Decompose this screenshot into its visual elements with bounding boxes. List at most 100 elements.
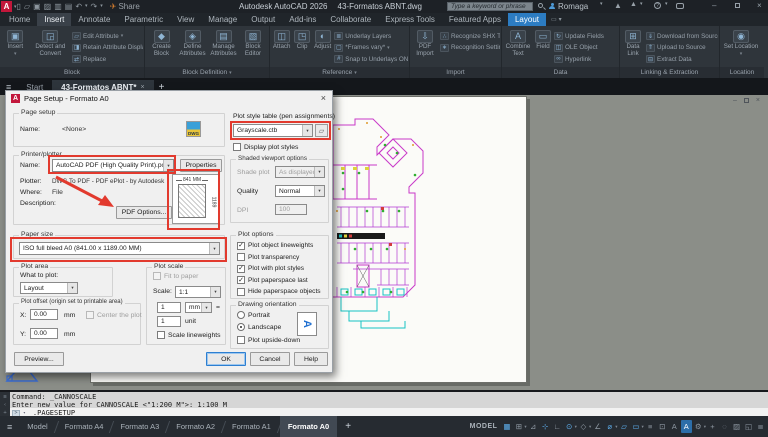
drawing-minimize-icon[interactable]: – bbox=[733, 97, 737, 104]
status-snap-mode-icon[interactable]: ⊞ bbox=[513, 420, 524, 433]
plot-object-lineweights-checkbox[interactable] bbox=[237, 242, 245, 250]
status-isolate-objects-icon[interactable]: ◌ bbox=[719, 420, 730, 433]
plot-option-plot-with-plot-styles[interactable]: Plot with plot styles bbox=[237, 263, 326, 275]
what-to-plot-select[interactable]: Layout ▾ bbox=[20, 282, 78, 294]
layout-tab-formato-a0[interactable]: Formato A0 bbox=[280, 416, 337, 437]
status-ortho-mode-icon[interactable]: ∟ bbox=[552, 420, 563, 433]
ribbon-tab-home[interactable]: Home bbox=[2, 13, 37, 26]
data-link-button[interactable]: ⊞ Data Link bbox=[622, 28, 644, 66]
plot-option-plot-paperspace-last[interactable]: Plot paperspace last bbox=[237, 275, 326, 287]
display-plot-styles-option[interactable]: Display plot styles bbox=[233, 143, 298, 151]
plot-upside-down-option[interactable]: Plot upside-down bbox=[237, 336, 300, 344]
adjust-button[interactable]: ◐ Adjust bbox=[313, 28, 332, 66]
ribbon-tab-annotate[interactable]: Annotate bbox=[71, 13, 117, 26]
status-annotation-autoscale-icon[interactable]: A bbox=[681, 420, 692, 433]
pdf-options-button[interactable]: PDF Options... bbox=[116, 206, 172, 219]
upload-to-source-button[interactable]: ⇑ Upload to Source bbox=[646, 43, 718, 53]
status-polar-tracking-icon[interactable]: ⊙ bbox=[564, 420, 575, 433]
close-button[interactable]: × bbox=[757, 1, 762, 10]
minimize-button[interactable]: – bbox=[712, 1, 716, 10]
undo-caret-icon[interactable]: ▾ bbox=[85, 4, 88, 9]
ribbon-tab-insert[interactable]: Insert bbox=[37, 13, 71, 26]
landscape-radio[interactable] bbox=[237, 323, 245, 331]
model-space-toggle[interactable]: MODEL bbox=[470, 423, 498, 430]
status-dynamic-input-icon[interactable]: ⊹ bbox=[540, 420, 551, 433]
portrait-radio[interactable] bbox=[237, 311, 245, 319]
ribbon-tab-view[interactable]: View bbox=[170, 13, 201, 26]
combo-arrow-icon[interactable]: ▾ bbox=[314, 186, 324, 196]
ribbon-tab-collaborate[interactable]: Collaborate bbox=[323, 13, 378, 26]
edit-plot-style-button[interactable]: ▱ bbox=[315, 124, 328, 137]
status-clean-screen-icon[interactable]: ◱ bbox=[743, 420, 754, 433]
fit-to-paper-option[interactable]: Fit to paper bbox=[153, 272, 198, 280]
status-transparency-icon[interactable]: ≡ bbox=[645, 420, 656, 433]
create-block-button[interactable]: ◆ Create Block bbox=[147, 28, 176, 66]
panel-label-linking-extraction[interactable]: Linking & Extraction bbox=[620, 67, 719, 78]
hyperlink-button[interactable]: ∞ Hyperlink bbox=[554, 54, 616, 64]
status-lineweight-icon[interactable]: ▭ bbox=[630, 420, 641, 433]
scale-lineweights-option[interactable]: Scale lineweights bbox=[157, 331, 221, 339]
undo-icon[interactable]: ↶ bbox=[75, 3, 82, 11]
layout-tab-formato-a4[interactable]: Formato A4 bbox=[57, 416, 112, 437]
plot-paperspace-last-checkbox[interactable] bbox=[237, 276, 245, 284]
panel-label-block[interactable]: Block bbox=[0, 67, 144, 78]
plot-option-plot-transparency[interactable]: Plot transparency bbox=[237, 252, 326, 264]
properties-button[interactable]: Properties bbox=[180, 159, 222, 172]
block-editor-button[interactable]: ▧ Block Editor bbox=[240, 28, 266, 66]
scale-lineweights-checkbox[interactable] bbox=[157, 331, 165, 339]
quality-select[interactable]: Normal ▾ bbox=[275, 185, 325, 197]
insert-block-button[interactable]: ▣ Insert ▾ bbox=[2, 28, 29, 66]
preview-button[interactable]: Preview... bbox=[14, 352, 64, 366]
ribbon-tab-output[interactable]: Output bbox=[244, 13, 282, 26]
status-isometric-drafting-caret-icon[interactable]: ▾ bbox=[589, 424, 591, 430]
panel-label-location[interactable]: Location bbox=[720, 67, 764, 78]
plot-transparency-checkbox[interactable] bbox=[237, 253, 245, 261]
clip-button[interactable]: ◳ Clip bbox=[293, 28, 310, 66]
plot-with-plot-styles-checkbox[interactable] bbox=[237, 265, 245, 273]
ribbon-tab-featured-apps[interactable]: Featured Apps bbox=[442, 13, 508, 26]
ribbon-tab-manage[interactable]: Manage bbox=[201, 13, 244, 26]
help-icon[interactable]: ? bbox=[654, 2, 661, 9]
ribbon-tab-express-tools[interactable]: Express Tools bbox=[378, 13, 442, 26]
qat-open-icon[interactable]: ▱ bbox=[24, 3, 30, 11]
redo-icon[interactable]: ↷ bbox=[91, 3, 98, 11]
search-icon[interactable] bbox=[538, 3, 543, 8]
ribbon-minimize-control[interactable]: ▭ ▾ bbox=[546, 13, 567, 26]
command-strip-icon-1[interactable]: ≡ bbox=[3, 394, 6, 400]
combo-arrow-icon[interactable]: ▾ bbox=[201, 303, 211, 312]
combine-text-button[interactable]: A Combine Text bbox=[504, 28, 532, 66]
layout-tab-formato-a2[interactable]: Formato A2 bbox=[168, 416, 223, 437]
combo-arrow-icon[interactable]: ▾ bbox=[67, 283, 77, 293]
qat-new-icon[interactable]: ▯ bbox=[17, 3, 21, 11]
paper-size-select[interactable]: ISO full bleed A0 (841.00 x 1189.00 MM) … bbox=[19, 242, 220, 255]
status-grid-icon[interactable]: ▦ bbox=[501, 420, 512, 433]
dialog-close-button[interactable]: × bbox=[321, 93, 326, 103]
layout-tab-formato-a3[interactable]: Formato A3 bbox=[112, 416, 167, 437]
download-from-source-button[interactable]: ⇓ Download from Source bbox=[646, 31, 718, 41]
offset-y-input[interactable]: 0.00 bbox=[30, 328, 58, 339]
status-hardware-acceleration-icon[interactable]: ▨ bbox=[731, 420, 742, 433]
status-lineweight-caret-icon[interactable]: ▾ bbox=[641, 424, 643, 430]
scale-numerator-input[interactable]: 1 bbox=[157, 302, 181, 313]
scale-unit-select[interactable]: mm ▾ bbox=[185, 302, 212, 313]
scale-select[interactable]: 1:1 ▾ bbox=[175, 286, 221, 298]
combo-arrow-icon[interactable]: ▾ bbox=[210, 287, 220, 297]
status-object-snap-tracking-icon[interactable]: ∠ bbox=[592, 420, 603, 433]
qat-plot-icon[interactable]: ▥ bbox=[54, 3, 62, 11]
retain-attribute-display-button[interactable]: ◨ Retain Attribute Display bbox=[72, 43, 143, 53]
status-snap-mode-caret-icon[interactable]: ▾ bbox=[524, 424, 526, 430]
drawing-close-icon[interactable]: × bbox=[756, 97, 760, 104]
pdf-import-button[interactable]: ⇩ PDF Import bbox=[412, 28, 438, 66]
underlay-layers-button[interactable]: ≣ Underlay Layers bbox=[334, 31, 408, 41]
attach-button[interactable]: ◫ Attach bbox=[272, 28, 291, 66]
detect-convert-button[interactable]: ◲ Detect and Convert bbox=[31, 28, 70, 66]
replace-block-button[interactable]: ⇄ Replace bbox=[72, 54, 143, 64]
status-isometric-drafting-icon[interactable]: ◇ bbox=[578, 420, 589, 433]
status-infer-constraints-icon[interactable]: ⊿ bbox=[528, 420, 539, 433]
user-name[interactable]: Romaga bbox=[558, 2, 588, 11]
qat-saveas-icon[interactable]: ▨ bbox=[44, 3, 52, 11]
drawing-restore-icon[interactable] bbox=[744, 98, 749, 103]
recognize-shx-text-button[interactable]: ∴ Recognize SHX Text bbox=[440, 31, 500, 41]
printer-name-select[interactable]: AutoCAD PDF (High Quality Print).pc3 ▾ bbox=[52, 159, 174, 172]
layout-tabs-menu-icon[interactable]: ≡ bbox=[0, 422, 19, 432]
